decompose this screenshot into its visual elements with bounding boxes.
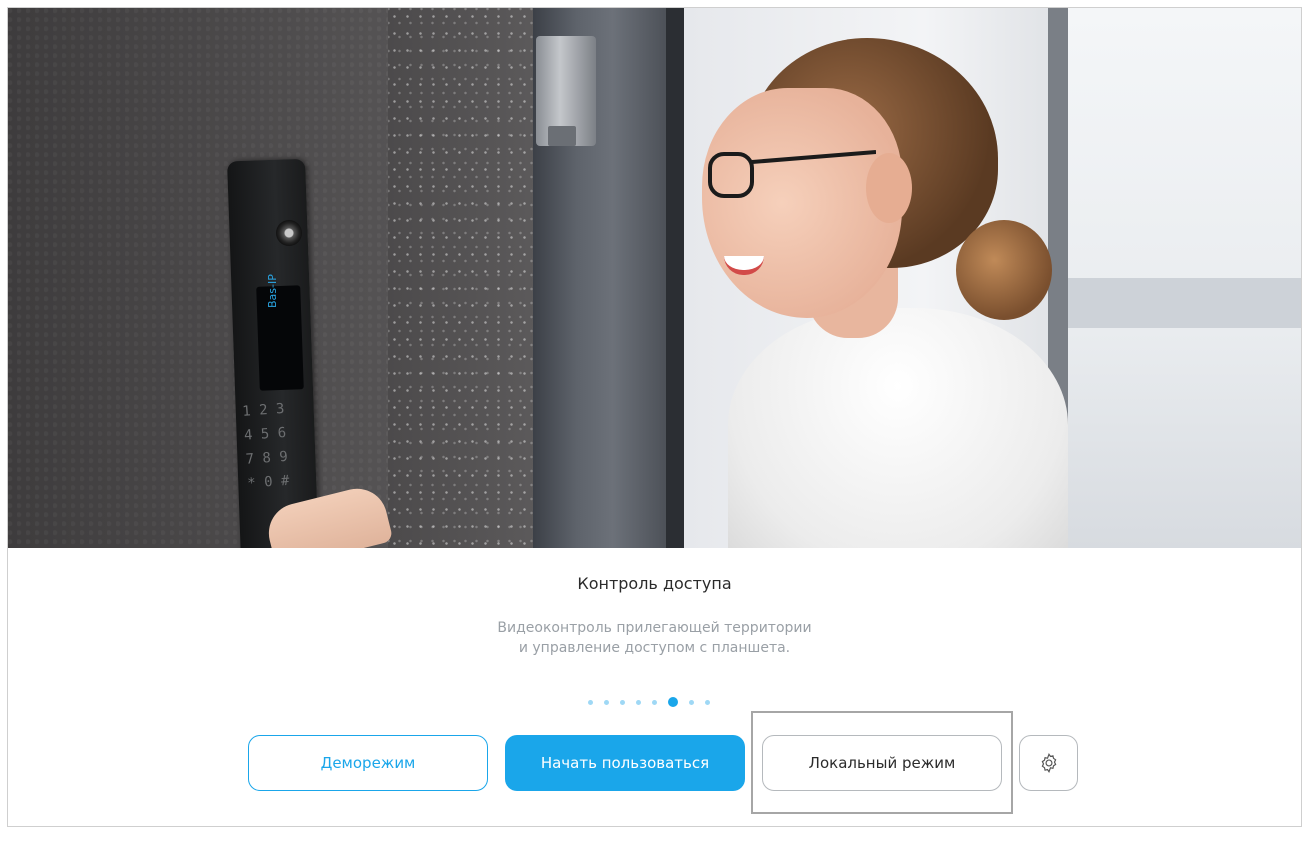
pagination-dot[interactable] bbox=[705, 699, 710, 705]
intercom-camera bbox=[276, 220, 302, 246]
pagination-dot[interactable] bbox=[620, 699, 625, 705]
intercom-screen-text: Bas-IP bbox=[266, 274, 279, 308]
pagination-dot[interactable] bbox=[652, 699, 657, 705]
pagination-dots[interactable] bbox=[588, 696, 710, 708]
intercom-screen bbox=[256, 285, 304, 391]
settings-button[interactable] bbox=[1019, 735, 1078, 791]
slide-title: Контроль доступа bbox=[577, 574, 732, 593]
pagination-dot[interactable] bbox=[588, 699, 593, 705]
onboarding-window: Bas-IP 1 2 3 4 5 6 7 8 9 * 0 # Контроль … bbox=[7, 7, 1302, 827]
start-using-button[interactable]: Начать пользоваться bbox=[505, 735, 745, 791]
person-glasses bbox=[708, 150, 876, 198]
pagination-dot[interactable] bbox=[689, 699, 694, 705]
slide-description: Видеоконтроль прилегающей территории и у… bbox=[8, 618, 1301, 658]
gear-icon bbox=[1041, 753, 1056, 773]
hero-image: Bas-IP 1 2 3 4 5 6 7 8 9 * 0 # bbox=[8, 8, 1301, 548]
person-blouse bbox=[728, 308, 1068, 548]
pagination-dot[interactable] bbox=[604, 699, 609, 705]
window-bar bbox=[1068, 278, 1301, 328]
pagination-dot[interactable] bbox=[636, 699, 641, 705]
wall-texture bbox=[388, 8, 538, 548]
description-line-1: Видеоконтроль прилегающей территории bbox=[497, 620, 812, 636]
door-hinge-base bbox=[548, 126, 576, 146]
local-mode-button[interactable]: Локальный режим bbox=[762, 735, 1002, 791]
description-line-2: и управление доступом с планшета. bbox=[518, 640, 791, 656]
person-hair-bun bbox=[956, 220, 1052, 320]
door-edge bbox=[666, 8, 684, 548]
pagination-dot-active[interactable] bbox=[668, 697, 678, 707]
demo-mode-button[interactable]: Деморежим bbox=[248, 735, 488, 791]
